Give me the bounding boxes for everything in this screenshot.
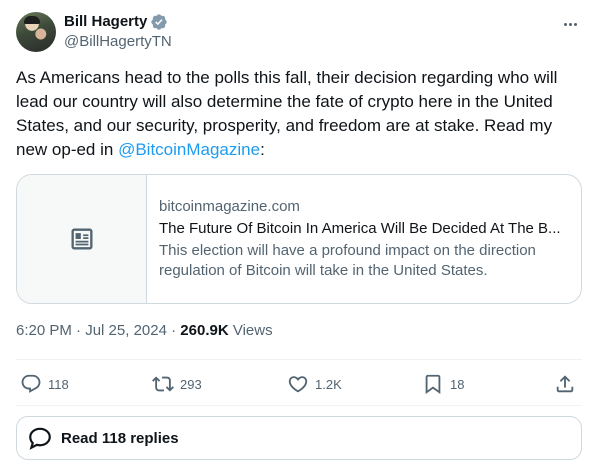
read-replies-label: Read 118 replies xyxy=(61,429,179,447)
bookmark-count: 18 xyxy=(450,376,465,392)
reply-count: 118 xyxy=(48,376,69,392)
reply-bubble-icon xyxy=(29,427,51,450)
divider-bottom xyxy=(16,405,582,406)
reply-button[interactable]: 118 xyxy=(20,370,69,398)
card-domain: bitcoinmagazine.com xyxy=(159,198,300,215)
link-card[interactable]: bitcoinmagazine.com The Future Of Bitcoi… xyxy=(16,174,582,304)
tweet-date[interactable]: Jul 25, 2024 xyxy=(85,322,167,339)
share-button[interactable] xyxy=(554,370,576,398)
card-body: bitcoinmagazine.com The Future Of Bitcoi… xyxy=(147,175,581,303)
card-thumbnail xyxy=(17,175,147,303)
heart-icon xyxy=(288,376,308,393)
meta-separator: · xyxy=(76,322,82,339)
repost-icon xyxy=(152,376,174,392)
tweet-text-body: As Americans head to the polls this fall… xyxy=(16,68,558,159)
article-icon xyxy=(71,228,92,250)
card-description: This election will have a profound impac… xyxy=(159,242,536,279)
bookmark-button[interactable]: 18 xyxy=(422,370,464,398)
share-icon xyxy=(556,375,574,393)
tweet-time[interactable]: 6:20 PM xyxy=(16,322,72,339)
verified-badge-icon xyxy=(151,14,168,30)
tweet-meta: 6:20 PM · Jul 25, 2024 · 260.9K Views xyxy=(16,321,273,341)
card-title: The Future Of Bitcoin In America Will Be… xyxy=(159,220,561,237)
author-name-row[interactable]: Bill Hagerty xyxy=(64,12,168,32)
tweet-text-end: : xyxy=(260,140,265,159)
mention-link[interactable]: @BitcoinMagazine xyxy=(118,140,260,159)
repost-count: 293 xyxy=(180,376,202,392)
views-count: 260.9K xyxy=(180,322,229,339)
read-replies-button[interactable]: Read 118 replies xyxy=(16,416,582,460)
bookmark-icon xyxy=(425,374,441,395)
repost-button[interactable]: 293 xyxy=(152,370,202,398)
like-count: 1.2K xyxy=(315,376,342,392)
author-avatar[interactable] xyxy=(16,12,56,52)
author-name[interactable]: Bill Hagerty xyxy=(64,12,147,32)
author-handle[interactable]: @BillHagertyTN xyxy=(64,32,172,52)
more-options-icon[interactable] xyxy=(560,14,580,34)
views-label: Views xyxy=(228,322,273,339)
tweet-text: As Americans head to the polls this fall… xyxy=(16,66,582,162)
action-bar: 118 293 1.2K 18 xyxy=(16,370,582,398)
meta-separator-2: · xyxy=(171,322,177,339)
reply-icon xyxy=(21,374,41,393)
like-button[interactable]: 1.2K xyxy=(287,370,342,398)
divider-top xyxy=(16,359,582,360)
